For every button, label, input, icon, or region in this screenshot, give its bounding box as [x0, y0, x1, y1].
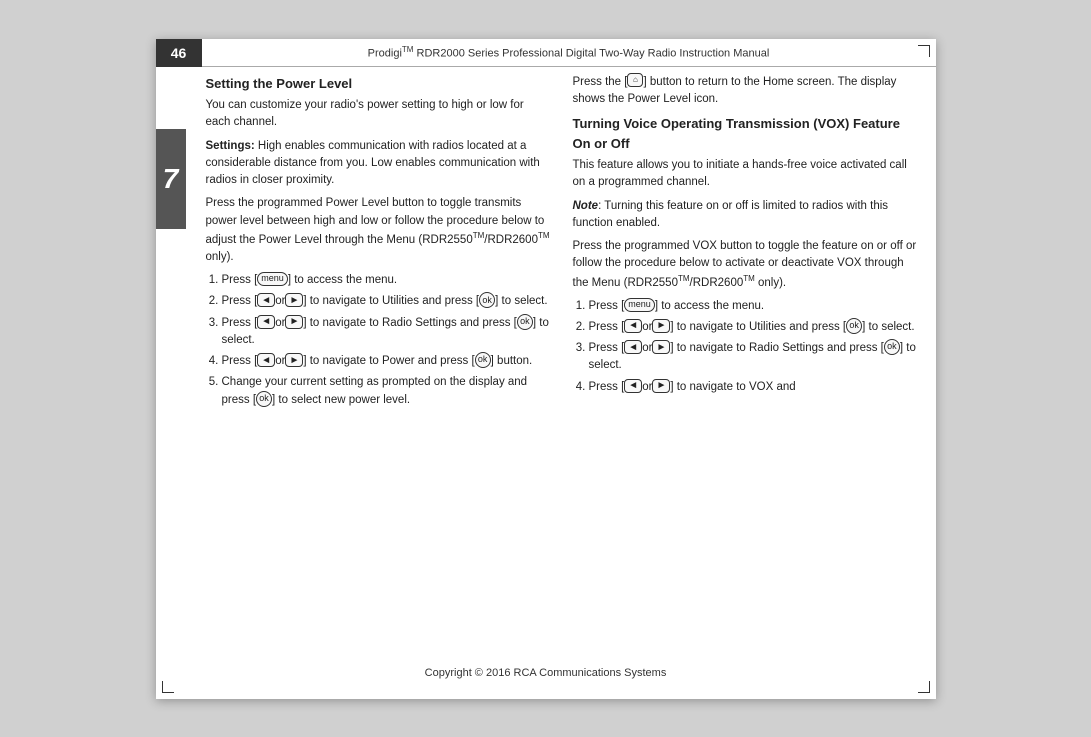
right-body1: Press the [⌂] button to return to the Ho… [573, 74, 918, 109]
left-body1: Press the programmed Power Level button … [206, 195, 551, 266]
right-body2: This feature allows you to initiate a ha… [573, 157, 918, 192]
header-text: ProdigiTM RDR2000 Series Professional Di… [368, 45, 770, 60]
left-arrow-icon3: ◄ [257, 353, 275, 367]
left-step-1: Press [menu] to access the menu. [222, 272, 551, 289]
right-arrow-icon: ► [285, 293, 303, 307]
right-steps-list: Press [menu] to access the menu. Press [… [589, 298, 918, 396]
left-step-4: Press [◄or►] to navigate to Power and pr… [222, 353, 551, 370]
note-label: Note [573, 200, 599, 212]
page-number-tab: 46 [156, 39, 202, 67]
ok-button-icon4: ok [256, 391, 272, 407]
chapter-tab: 7 [156, 129, 186, 229]
left-step-2: Press [◄or►] to navigate to Utilities an… [222, 293, 551, 310]
left-arrow-icon: ◄ [257, 293, 275, 307]
right-step-2: Press [◄or►] to navigate to Utilities an… [589, 319, 918, 336]
ok-button-icon-r2: ok [846, 318, 862, 334]
left-step-5: Change your current setting as prompted … [222, 374, 551, 409]
ok-button-icon: ok [479, 292, 495, 308]
menu-button-icon-r1: menu [624, 298, 655, 312]
menu-button-icon: menu [257, 272, 288, 286]
settings-text: High enables communication with radios l… [206, 140, 540, 187]
ok-button-icon2: ok [517, 314, 533, 330]
right-section-title: Turning Voice Operating Transmission (VO… [573, 114, 918, 153]
page-header: ProdigiTM RDR2000 Series Professional Di… [202, 39, 936, 67]
right-column: Press the [⌂] button to return to the Ho… [573, 74, 918, 659]
chapter-number: 7 [163, 163, 179, 195]
right-arrow-icon-r4: ► [652, 379, 670, 393]
footer-text: Copyright © 2016 RCA Communications Syst… [425, 667, 667, 679]
page-number: 46 [171, 45, 187, 61]
page: 46 7 ProdigiTM RDR2000 Series Profession… [156, 39, 936, 699]
left-arrow-icon2: ◄ [257, 315, 275, 329]
left-section-title: Setting the Power Level [206, 74, 551, 94]
left-intro: You can customize your radio's power set… [206, 97, 551, 132]
right-note: Note: Turning this feature on or off is … [573, 198, 918, 233]
left-arrow-icon-r2: ◄ [624, 319, 642, 333]
ok-button-icon-r3: ok [884, 339, 900, 355]
right-arrow-icon-r3: ► [652, 340, 670, 354]
note-text: : Turning this feature on or off is limi… [573, 200, 889, 229]
right-step-1: Press [menu] to access the menu. [589, 298, 918, 315]
right-body3: Press the programmed VOX button to toggl… [573, 238, 918, 292]
left-column: Setting the Power Level You can customiz… [206, 74, 551, 659]
content-area: Setting the Power Level You can customiz… [206, 74, 918, 659]
left-steps-list: Press [menu] to access the menu. Press [… [222, 272, 551, 409]
right-step-4: Press [◄or►] to navigate to VOX and [589, 379, 918, 396]
left-settings: Settings: High enables communication wit… [206, 138, 551, 190]
ok-button-icon3: ok [475, 352, 491, 368]
right-step-3: Press [◄or►] to navigate to Radio Settin… [589, 340, 918, 375]
left-arrow-icon-r3: ◄ [624, 340, 642, 354]
left-step-3: Press [◄or►] to navigate to Radio Settin… [222, 315, 551, 350]
left-arrow-icon-r4: ◄ [624, 379, 642, 393]
back-button-icon: ⌂ [627, 73, 643, 87]
page-footer: Copyright © 2016 RCA Communications Syst… [156, 663, 936, 681]
right-arrow-icon2: ► [285, 315, 303, 329]
settings-label: Settings: [206, 140, 255, 152]
corner-mark-br [918, 681, 930, 693]
right-arrow-icon-r2: ► [652, 319, 670, 333]
corner-mark-bl [162, 681, 174, 693]
right-arrow-icon3: ► [285, 353, 303, 367]
